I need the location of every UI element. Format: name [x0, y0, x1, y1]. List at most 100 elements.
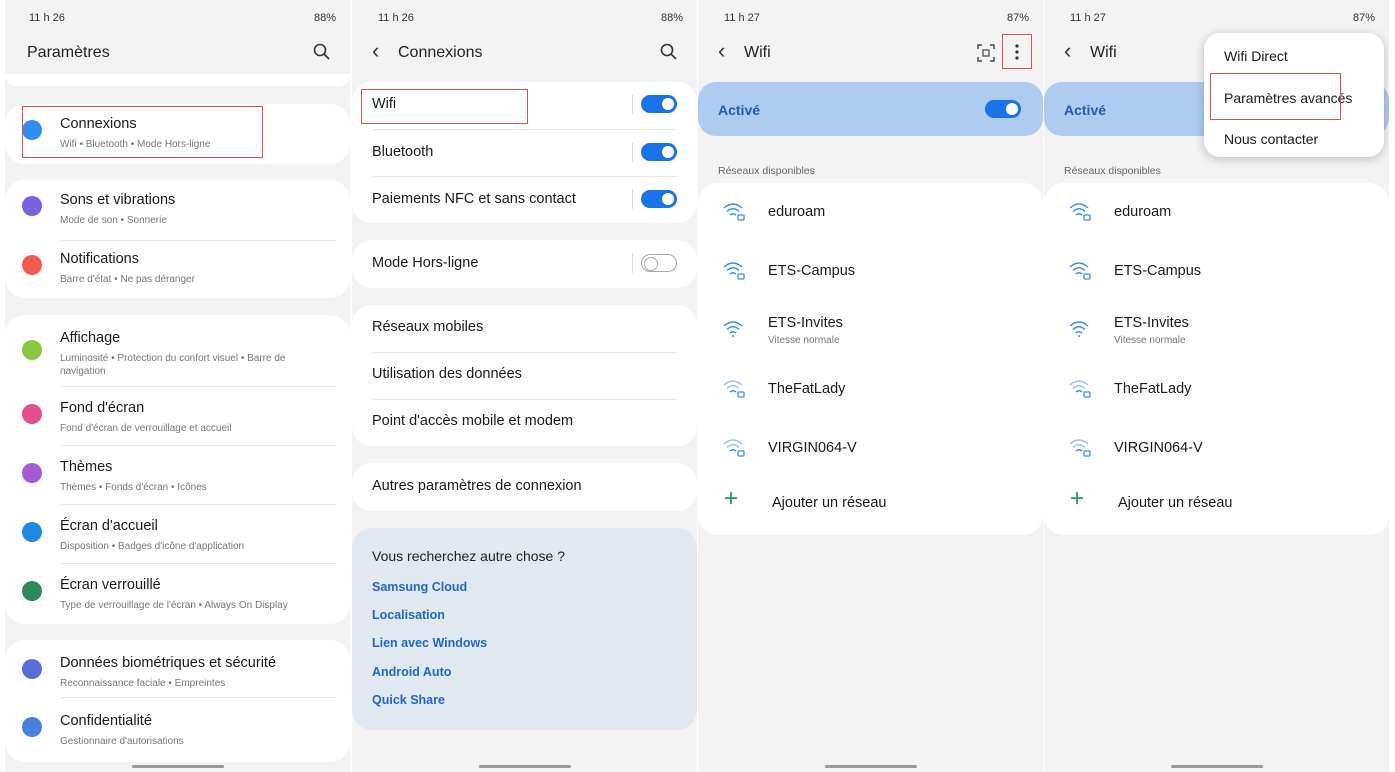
settings-screen: 11 h 26 88% Paramètres Connexions Wifi •… — [5, 0, 350, 772]
nfc-row[interactable]: Paiements NFC et sans contact — [352, 177, 697, 223]
add-network-button[interactable]: + Ajouter un réseau — [1044, 479, 1389, 525]
highlight-box — [1210, 73, 1341, 120]
airplane-toggle[interactable] — [641, 254, 677, 272]
link-samsung-cloud[interactable]: Samsung Cloud — [372, 580, 467, 594]
add-network-button[interactable]: + Ajouter un réseau — [698, 479, 1043, 525]
network-item[interactable]: TheFatLady — [1044, 360, 1389, 418]
app-bar: Paramètres — [5, 36, 350, 70]
divider — [60, 445, 336, 446]
highlight-box — [361, 89, 528, 124]
wifi-active-bar[interactable]: Activé — [698, 82, 1043, 136]
nav-handle[interactable] — [1170, 765, 1263, 768]
status-time: 11 h 26 — [378, 12, 414, 24]
search-icon[interactable] — [659, 42, 679, 62]
wifi-lock-icon — [1069, 439, 1091, 457]
back-arrow-icon[interactable]: ‹ — [372, 40, 379, 62]
settings-item-affichage[interactable]: Affichage Luminosité • Protection du con… — [5, 320, 350, 386]
settings-item-sub: Disposition • Badges d'icône d'applicati… — [60, 541, 245, 552]
settings-item-title: Écran d'accueil — [60, 518, 158, 534]
status-battery: 88% — [313, 12, 336, 24]
bluetooth-toggle[interactable] — [641, 143, 677, 161]
back-arrow-icon[interactable]: ‹ — [718, 40, 725, 62]
settings-item-notifications[interactable]: Notifications Barre d'état • Ne pas déra… — [5, 241, 350, 299]
active-label: Activé — [718, 102, 761, 118]
settings-item-ecran-verrouille[interactable]: Écran verrouillé Type de verrouillage de… — [5, 567, 350, 625]
theme-icon — [22, 463, 42, 483]
network-item[interactable]: ETS-Invites Vitesse normale — [1044, 301, 1389, 359]
wifi-lock-icon — [1069, 262, 1091, 280]
network-item[interactable]: VIRGIN064-V — [698, 419, 1043, 477]
nav-handle[interactable] — [824, 765, 917, 768]
bluetooth-row[interactable]: Bluetooth — [352, 130, 697, 176]
wifi-icon — [1069, 321, 1089, 337]
link-quick-share[interactable]: Quick Share — [372, 693, 445, 707]
wifi-master-toggle[interactable] — [985, 100, 1021, 118]
app-bar: ‹ Connexions — [352, 36, 697, 70]
account-card — [5, 74, 350, 86]
qr-scan-icon[interactable] — [977, 44, 995, 62]
settings-item-fond-ecran[interactable]: Fond d'écran Fond d'écran de verrouillag… — [5, 390, 350, 448]
link-localisation[interactable]: Localisation — [372, 608, 445, 622]
network-item[interactable]: VIRGIN064-V — [1044, 419, 1389, 477]
hotspot-row[interactable]: Point d'accès mobile et modem — [352, 399, 697, 445]
status-bar: 11 h 26 88% — [5, 9, 350, 25]
wifi-toggle[interactable] — [641, 95, 677, 113]
settings-item-sons[interactable]: Sons et vibrations Mode de son • Sonneri… — [5, 182, 350, 240]
network-list: eduroam ETS-Campus ETS-Invites Vitesse n… — [1044, 183, 1389, 535]
settings-item-biometrie[interactable]: Données biométriques et sécurité Reconna… — [5, 645, 350, 703]
settings-item-sub: Fond d'écran de verrouillage et accueil — [60, 423, 232, 434]
network-item[interactable]: ETS-Campus — [698, 242, 1043, 300]
menu-item-contact-us[interactable]: Nous contacter — [1224, 131, 1318, 147]
settings-item-title: Thèmes — [60, 459, 113, 475]
network-item[interactable]: eduroam — [1044, 183, 1389, 241]
page-title: Connexions — [398, 44, 483, 61]
link-android-auto[interactable]: Android Auto — [372, 665, 451, 679]
divider — [60, 504, 336, 505]
separator — [632, 142, 633, 162]
menu-item-wifi-direct[interactable]: Wifi Direct — [1224, 48, 1288, 64]
network-item[interactable]: eduroam — [698, 183, 1043, 241]
shield-icon — [22, 659, 42, 679]
looking-for-something-else: Vous recherchez autre chose ? Samsung Cl… — [352, 528, 697, 730]
status-battery: 87% — [1352, 12, 1375, 24]
settings-item-sub: Mode de son • Sonnerie — [60, 215, 167, 226]
separator — [632, 94, 633, 114]
settings-item-sub: Type de verrouillage de l'écran • Always… — [60, 600, 288, 611]
wifi-icon — [723, 321, 743, 337]
row-label: Réseaux mobiles — [372, 319, 484, 335]
other-connection-settings-row[interactable]: Autres paramètres de connexion — [352, 464, 697, 510]
divider — [60, 697, 336, 698]
brightness-icon — [22, 340, 42, 360]
airplane-row[interactable]: Mode Hors-ligne — [352, 241, 697, 287]
network-name: eduroam — [768, 204, 826, 220]
lock-icon — [22, 581, 42, 601]
back-arrow-icon[interactable]: ‹ — [1064, 40, 1071, 62]
nav-handle[interactable] — [131, 765, 224, 768]
network-name: ETS-Invites — [768, 315, 843, 331]
settings-item-sub: Reconnaissance faciale • Empreintes — [60, 678, 226, 689]
row-label: Bluetooth — [372, 144, 434, 160]
nfc-toggle[interactable] — [641, 190, 677, 208]
network-item[interactable]: ETS-Campus — [1044, 242, 1389, 300]
network-item[interactable]: ETS-Invites Vitesse normale — [698, 301, 1043, 359]
link-lien-avec-windows[interactable]: Lien avec Windows — [372, 636, 487, 650]
search-icon[interactable] — [312, 42, 332, 62]
network-item[interactable]: TheFatLady — [698, 360, 1043, 418]
row-label: Paiements NFC et sans contact — [372, 191, 576, 207]
wallpaper-icon — [22, 404, 42, 424]
settings-item-title: Confidentialité — [60, 713, 152, 729]
wifi-screen: 11 h 27 87% ‹ Wifi Activé Réseaux dispon… — [698, 0, 1043, 772]
mobile-networks-row[interactable]: Réseaux mobiles — [352, 305, 697, 351]
settings-item-ecran-accueil[interactable]: Écran d'accueil Disposition • Badges d'i… — [5, 508, 350, 566]
settings-item-confidentialite[interactable]: Confidentialité Gestionnaire d'autorisat… — [5, 703, 350, 761]
home-icon — [22, 522, 42, 542]
notification-icon — [22, 255, 42, 275]
settings-item-themes[interactable]: Thèmes Thèmes • Fonds d'écran • Icônes — [5, 449, 350, 507]
nav-handle[interactable] — [478, 765, 571, 768]
separator — [632, 189, 633, 209]
status-battery: 87% — [1006, 12, 1029, 24]
connexions-group-4: Autres paramètres de connexion — [352, 463, 697, 511]
data-usage-row[interactable]: Utilisation des données — [352, 352, 697, 398]
network-sub: Vitesse normale — [768, 335, 840, 346]
network-name: VIRGIN064-V — [768, 440, 857, 456]
